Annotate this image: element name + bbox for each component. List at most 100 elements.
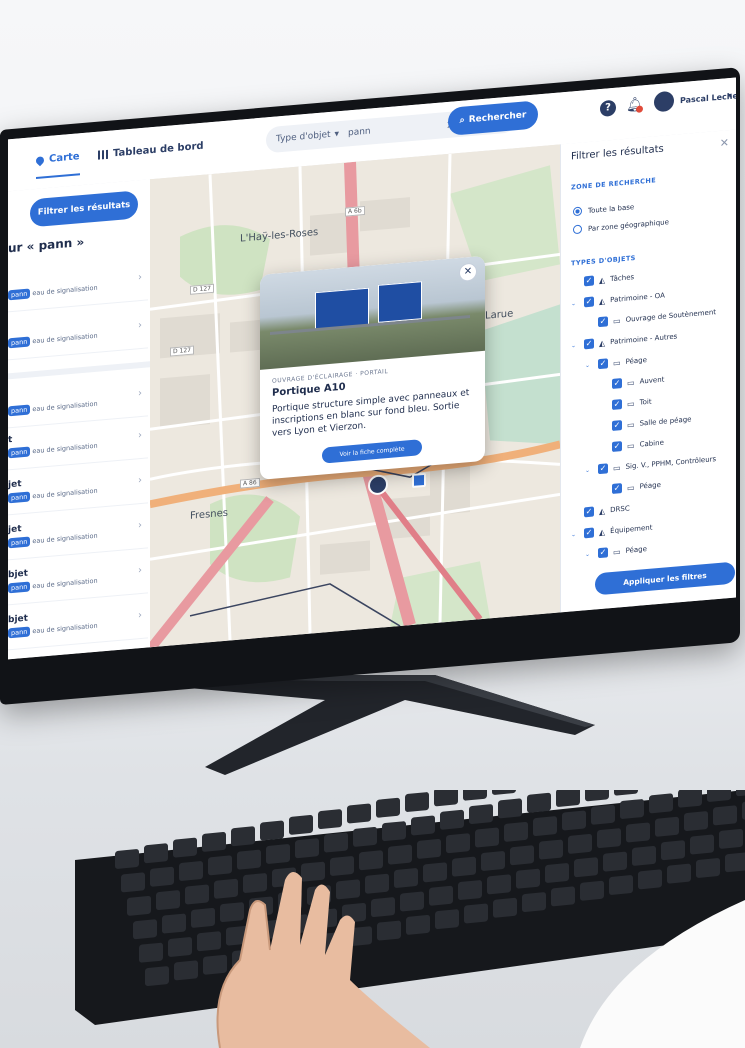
type-filter-row[interactable]: ⌄ ✓ ▭ Péage — [585, 544, 647, 559]
keyboard-key — [475, 827, 499, 848]
search-button[interactable]: ⌕ Rechercher — [448, 100, 538, 136]
keyboard-key — [603, 851, 627, 872]
list-item[interactable]: bjet pann eau de signalisation › — [8, 552, 148, 606]
radio-all-base[interactable]: Toute la base — [573, 202, 635, 217]
keyboard-key — [736, 790, 745, 797]
result-title: t — [8, 434, 13, 446]
type-filter-row[interactable]: ✓ ▭ Salle de péage — [599, 414, 691, 432]
zone-section-title: ZONE DE RECHERCHE — [571, 176, 657, 192]
apply-filters-button[interactable]: Appliquer les filtres — [595, 561, 735, 596]
type-label: Toit — [639, 397, 652, 407]
result-subtitle: pann eau de signalisation — [8, 332, 98, 349]
checkbox-checked-icon[interactable]: ✓ — [584, 338, 594, 350]
avatar[interactable] — [654, 90, 674, 113]
keyboard-key — [469, 804, 493, 824]
match-highlight: pann — [8, 536, 31, 549]
keyboard-key — [580, 880, 604, 901]
list-item[interactable]: jet pann eau de signalisation › — [8, 507, 148, 561]
result-subtitle: pann eau de signalisation — [8, 284, 98, 301]
tab-carte[interactable]: Carte — [34, 151, 80, 166]
keyboard-key — [574, 857, 598, 878]
road-tag: A 86 — [240, 477, 260, 489]
checkbox-checked-icon[interactable]: ✓ — [612, 378, 622, 389]
keyboard-key — [649, 793, 673, 814]
chevron-down-icon[interactable]: ▾ — [728, 91, 732, 100]
keyboard-key — [173, 837, 197, 858]
radio-label: Toute la base — [588, 202, 635, 215]
type-filter-row[interactable]: ✓ ▭ Péage — [599, 480, 661, 495]
result-text: eau de signalisation — [32, 399, 98, 414]
checkbox-checked-icon[interactable]: ✓ — [612, 483, 622, 494]
road-tag: A 6b — [345, 206, 365, 217]
chevron-down-icon[interactable]: ⌄ — [571, 341, 579, 349]
checkbox-checked-icon[interactable]: ✓ — [612, 420, 622, 431]
type-filter-row[interactable]: ⌄ ✓ ◭ Patrimoine - OA — [571, 290, 665, 308]
result-text: eau de signalisation — [32, 441, 98, 456]
object-type-icon: ▭ — [627, 440, 635, 451]
bar-chart-icon — [98, 149, 108, 160]
type-filter-row[interactable]: ✓ ▭ Auvent — [599, 375, 664, 391]
map[interactable]: L'Haÿ-les-Roses Fresnes Larue A 6b D 127… — [150, 144, 560, 648]
chevron-down-icon[interactable]: ⌄ — [571, 299, 579, 307]
type-label: Cabine — [639, 438, 664, 449]
checkbox-checked-icon[interactable]: ✓ — [584, 527, 594, 539]
checkbox-checked-icon[interactable]: ✓ — [612, 399, 622, 410]
match-highlight: pann — [8, 404, 31, 417]
list-item[interactable]: jet pann eau de signalisation › — [8, 462, 148, 516]
type-filter-row[interactable]: ⌄ ✓ ◭ Patrimoine - Autres — [571, 331, 677, 350]
object-type-select[interactable]: Type d'objet ▾ — [266, 129, 346, 146]
filter-results-button[interactable]: Filtrer les résultats — [30, 190, 138, 228]
object-type-label: Type d'objet — [276, 129, 331, 145]
type-label: Patrimoine - OA — [610, 291, 665, 305]
monitor: Carte Tableau de bord Type d'objet ▾ ✕ ⇄… — [0, 27, 745, 720]
chevron-down-icon[interactable]: ⌄ — [571, 530, 579, 538]
radio-geo-zone[interactable]: Par zone géographique — [573, 217, 669, 235]
chevron-right-icon: › — [138, 519, 142, 532]
checkbox-checked-icon[interactable]: ✓ — [598, 547, 608, 559]
type-filter-row[interactable]: ⌄ ✓ ▭ Péage — [585, 355, 647, 370]
portal-photo — [260, 255, 485, 370]
list-item[interactable]: pann eau de signalisation › — [8, 307, 148, 361]
checkbox-checked-icon[interactable]: ✓ — [584, 506, 594, 518]
checkbox-checked-icon[interactable]: ✓ — [612, 441, 622, 452]
checkbox-checked-icon[interactable]: ✓ — [584, 275, 594, 287]
checkbox-checked-icon[interactable]: ✓ — [598, 463, 608, 475]
checkbox-checked-icon[interactable]: ✓ — [598, 358, 608, 370]
map-marker[interactable] — [412, 472, 426, 488]
tab-label: Tableau de bord — [113, 140, 204, 160]
keyboard-key — [429, 885, 453, 906]
close-icon[interactable]: ✕ — [720, 136, 729, 150]
type-filter-row[interactable]: ✓ ▭ Ouvrage de Soutènement — [585, 307, 716, 328]
type-filter-row[interactable]: ✓ ◭ DRSC — [571, 503, 630, 518]
chevron-down-icon[interactable]: ⌄ — [585, 550, 593, 557]
type-filter-row[interactable]: ⌄ ✓ ◭ Équipement — [571, 523, 652, 540]
chevron-right-icon: › — [138, 387, 142, 400]
type-filter-row[interactable]: ✓ ◭ Tâches — [571, 272, 634, 287]
checkbox-checked-icon[interactable]: ✓ — [584, 296, 594, 308]
tab-dashboard[interactable]: Tableau de bord — [98, 141, 204, 161]
match-highlight: pann — [8, 626, 31, 639]
keyboard-key — [661, 840, 685, 861]
radio-unselected-icon — [573, 224, 582, 235]
list-item[interactable]: bjet pann eau de signalisation › — [8, 597, 148, 651]
screen: Carte Tableau de bord Type d'objet ▾ ✕ ⇄… — [8, 77, 736, 660]
search-input[interactable] — [346, 119, 440, 140]
keyboard-key — [376, 797, 400, 818]
keyboard-key — [527, 792, 551, 813]
type-filter-row[interactable]: ✓ ▭ Cabine — [599, 438, 664, 454]
keyboard-key — [713, 805, 737, 826]
keyboard-key — [405, 792, 429, 812]
match-highlight: pann — [8, 336, 31, 349]
chevron-right-icon: › — [138, 319, 142, 332]
chevron-down-icon[interactable]: ⌄ — [585, 466, 593, 473]
keyboard-key — [156, 890, 180, 911]
type-filter-row[interactable]: ✓ ▭ Toit — [599, 397, 652, 411]
list-item[interactable]: pann eau de signalisation › — [8, 259, 148, 313]
type-filter-row[interactable]: ⌄ ✓ ▭ Sig. V., PPHM, Contrôleurs — [585, 454, 716, 475]
chevron-down-icon[interactable]: ⌄ — [585, 361, 593, 368]
view-details-button[interactable]: Voir la fiche complète — [322, 439, 422, 464]
checkbox-checked-icon[interactable]: ✓ — [598, 316, 608, 328]
keyboard-key — [504, 821, 528, 842]
help-icon[interactable]: ? — [600, 99, 616, 117]
